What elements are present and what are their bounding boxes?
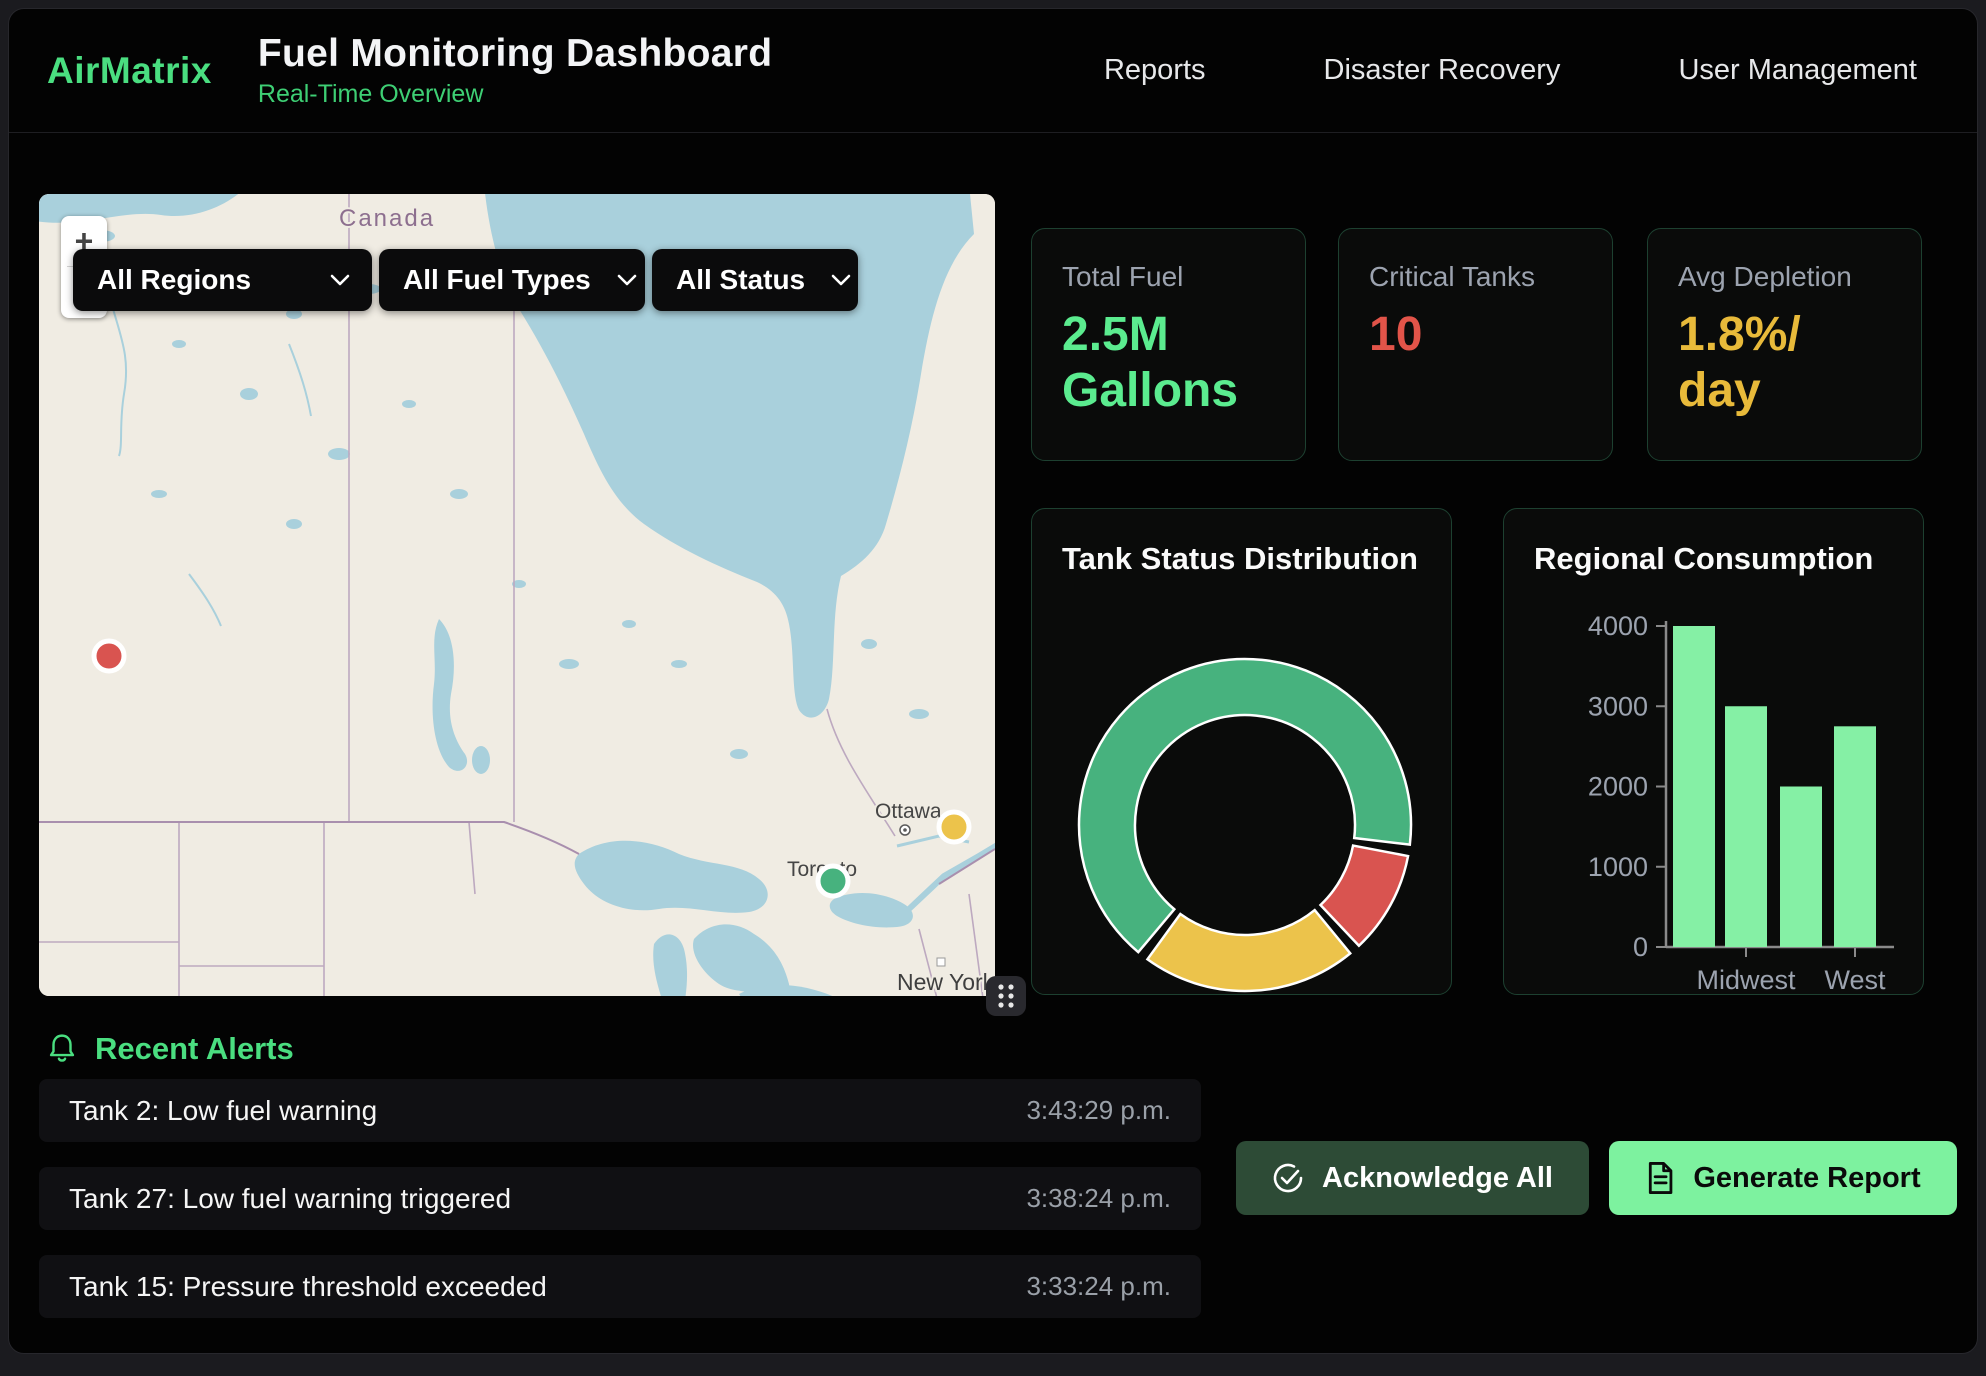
y-tick-label: 0: [1633, 932, 1648, 962]
y-tick-label: 3000: [1588, 691, 1648, 721]
stat-value: 10: [1369, 307, 1582, 363]
alert-message: Tank 27: Low fuel warning triggered: [69, 1183, 511, 1215]
bar-region-2: [1780, 787, 1822, 948]
stat-label: Critical Tanks: [1369, 261, 1582, 293]
page-title: Fuel Monitoring Dashboard: [258, 32, 772, 76]
generate-report-button[interactable]: Generate Report: [1609, 1141, 1957, 1215]
tank-status-distribution-card: Tank Status Distribution: [1031, 508, 1452, 995]
chevron-down-icon: [617, 274, 637, 286]
stat-value-line: 2.5M: [1062, 307, 1275, 363]
alert-timestamp: 3:43:29 p.m.: [1026, 1095, 1171, 1126]
tank-status-donut-chart: [1032, 629, 1453, 996]
y-tick-label: 1000: [1588, 852, 1648, 882]
fuel-type-filter-value: All Fuel Types: [403, 264, 591, 296]
donut-segment-warning: [1147, 910, 1350, 991]
fuel-type-filter-dropdown[interactable]: All Fuel Types: [379, 249, 645, 311]
alert-message: Tank 2: Low fuel warning: [69, 1095, 377, 1127]
recent-alerts-title: Recent Alerts: [95, 1031, 294, 1067]
alert-timestamp: 3:33:24 p.m.: [1026, 1271, 1171, 1302]
map-filters: All Regions All Fuel Types All Status: [73, 249, 858, 311]
header: AirMatrix Fuel Monitoring Dashboard Real…: [9, 9, 1977, 133]
tank-marker-critical[interactable]: [94, 641, 124, 671]
title-block: Fuel Monitoring Dashboard Real-Time Over…: [258, 32, 772, 109]
stat-card-total-fuel: Total Fuel 2.5M Gallons: [1031, 228, 1306, 461]
stat-value-line: 1.8%/: [1678, 307, 1891, 363]
acknowledge-all-label: Acknowledge All: [1322, 1162, 1553, 1195]
nav-user-management[interactable]: User Management: [1678, 54, 1917, 87]
stat-value: 1.8%/ day: [1678, 307, 1891, 419]
status-filter-dropdown[interactable]: All Status: [652, 249, 858, 311]
alert-message: Tank 15: Pressure threshold exceeded: [69, 1271, 547, 1303]
map-label-ottawa: Ottawa: [875, 800, 942, 823]
chevron-down-icon: [831, 274, 851, 286]
main-nav: Reports Disaster Recovery User Managemen…: [1104, 54, 1917, 87]
x-tick-label: Midwest: [1696, 965, 1796, 995]
resize-grip-handle[interactable]: [986, 976, 1026, 1016]
alert-timestamp: 3:38:24 p.m.: [1026, 1183, 1171, 1214]
ottawa-city-dot-inner: [903, 828, 907, 832]
map-label-canada: Canada: [339, 205, 435, 232]
y-tick-label: 4000: [1588, 611, 1648, 641]
regional-consumption-card: Regional Consumption 01000200030004000Mi…: [1503, 508, 1924, 995]
stat-label: Total Fuel: [1062, 261, 1275, 293]
bar-region-0: [1673, 626, 1715, 947]
newyork-city-dot: [937, 958, 945, 966]
bar-region-1: [1725, 706, 1767, 947]
stat-value-line: day: [1678, 363, 1891, 419]
generate-report-label: Generate Report: [1693, 1162, 1920, 1195]
nav-disaster-recovery[interactable]: Disaster Recovery: [1324, 54, 1561, 87]
map-canvas: Canada Ottawa Toronto New York: [39, 194, 995, 996]
check-circle-icon: [1272, 1162, 1304, 1194]
stat-value: 2.5M Gallons: [1062, 307, 1275, 419]
nav-reports[interactable]: Reports: [1104, 54, 1206, 87]
map[interactable]: Canada Ottawa Toronto New York + − All R…: [39, 194, 995, 996]
region-filter-dropdown[interactable]: All Regions: [73, 249, 372, 311]
stat-card-critical-tanks: Critical Tanks 10: [1338, 228, 1613, 461]
bell-icon: [47, 1032, 77, 1066]
stat-label: Avg Depletion: [1678, 261, 1891, 293]
region-filter-value: All Regions: [97, 264, 251, 296]
donut-segment-critical: [1320, 846, 1408, 946]
alert-row[interactable]: Tank 2: Low fuel warning 3:43:29 p.m.: [39, 1079, 1201, 1142]
map-label-newyork: New York: [897, 969, 995, 995]
page-subtitle: Real-Time Overview: [258, 80, 772, 109]
bar-region-3: [1834, 726, 1876, 947]
x-tick-label: West: [1824, 965, 1886, 995]
alert-row[interactable]: Tank 15: Pressure threshold exceeded 3:3…: [39, 1255, 1201, 1318]
document-icon: [1645, 1161, 1675, 1195]
tank-marker-normal[interactable]: [818, 866, 848, 896]
stat-value-line: 10: [1369, 307, 1582, 363]
grip-dots-icon: [993, 981, 1019, 1011]
alert-row[interactable]: Tank 27: Low fuel warning triggered 3:38…: [39, 1167, 1201, 1230]
stat-card-avg-depletion: Avg Depletion 1.8%/ day: [1647, 228, 1922, 461]
acknowledge-all-button[interactable]: Acknowledge All: [1236, 1141, 1589, 1215]
app-logo: AirMatrix: [47, 50, 212, 92]
chevron-down-icon: [330, 274, 350, 286]
donut-chart-title: Tank Status Distribution: [1062, 541, 1418, 577]
status-filter-value: All Status: [676, 264, 805, 296]
regional-consumption-bar-chart: 0 1000 2000 3000 4000 Midwest West: [1504, 509, 1925, 996]
tank-marker-warning[interactable]: [939, 812, 969, 842]
dashboard-app: AirMatrix Fuel Monitoring Dashboard Real…: [8, 8, 1978, 1354]
y-tick-label: 2000: [1588, 772, 1648, 802]
stat-value-line: Gallons: [1062, 363, 1275, 419]
recent-alerts-heading: Recent Alerts: [47, 1031, 294, 1067]
